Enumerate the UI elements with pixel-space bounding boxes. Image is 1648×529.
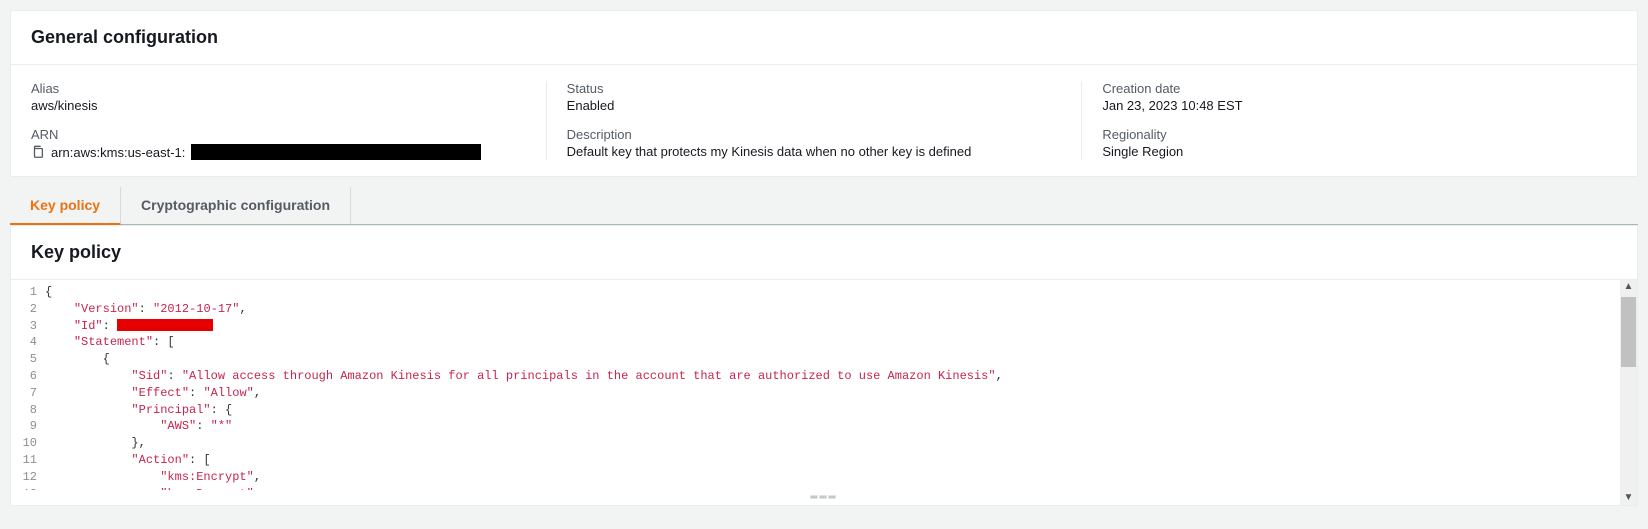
vertical-scrollbar[interactable]: ▲ ▼ [1620,280,1637,505]
field-creation-date: Creation date Jan 23, 2023 10:48 EST [1102,81,1597,113]
line-number-gutter: 123456789101112131415 [11,280,45,490]
code-body: 123456789101112131415 { "Version": "2012… [11,279,1637,505]
copy-icon[interactable] [31,145,45,159]
scroll-up-arrow[interactable]: ▲ [1624,280,1634,294]
alias-value: aws/kinesis [31,98,526,113]
col-3: Creation date Jan 23, 2023 10:48 EST Reg… [1081,81,1617,160]
tab-cryptographic-configuration[interactable]: Cryptographic configuration [121,187,351,224]
arn-value-row: arn:aws:kms:us-east-1: [31,144,526,160]
field-regionality: Regionality Single Region [1102,127,1597,159]
description-value: Default key that protects my Kinesis dat… [567,144,1062,159]
col-1: Alias aws/kinesis ARN arn:aws:kms:us-eas… [31,81,546,160]
description-label: Description [567,127,1062,142]
field-description: Description Default key that protects my… [567,127,1062,159]
status-label: Status [567,81,1062,96]
tabs: Key policy Cryptographic configuration [10,187,1638,225]
alias-label: Alias [31,81,526,96]
creation-label: Creation date [1102,81,1597,96]
scroll-thumb[interactable] [1621,297,1636,367]
panel-title: General configuration [11,11,1637,64]
field-alias: Alias aws/kinesis [31,81,526,113]
scroll-down-arrow[interactable]: ▼ [1624,491,1634,505]
arn-prefix-text: arn:aws:kms:us-east-1: [51,145,185,160]
col-2: Status Enabled Description Default key t… [546,81,1082,160]
field-arn: ARN arn:aws:kms:us-east-1: [31,127,526,160]
tab-key-policy[interactable]: Key policy [10,187,121,225]
general-configuration-panel: General configuration Alias aws/kinesis … [10,10,1638,177]
regionality-label: Regionality [1102,127,1597,142]
creation-value: Jan 23, 2023 10:48 EST [1102,98,1597,113]
regionality-value: Single Region [1102,144,1597,159]
code-editor[interactable]: 123456789101112131415 { "Version": "2012… [11,280,1637,490]
key-policy-title: Key policy [11,226,1637,279]
resize-handle[interactable]: ═══ [11,490,1637,505]
field-status: Status Enabled [567,81,1062,113]
arn-label: ARN [31,127,526,142]
key-policy-panel: Key policy 123456789101112131415 { "Vers… [10,225,1638,506]
arn-redacted [191,144,481,160]
code-lines[interactable]: { "Version": "2012-10-17", "Id": "Statem… [45,280,1637,490]
status-value: Enabled [567,98,1062,113]
panel-body: Alias aws/kinesis ARN arn:aws:kms:us-eas… [11,64,1637,176]
